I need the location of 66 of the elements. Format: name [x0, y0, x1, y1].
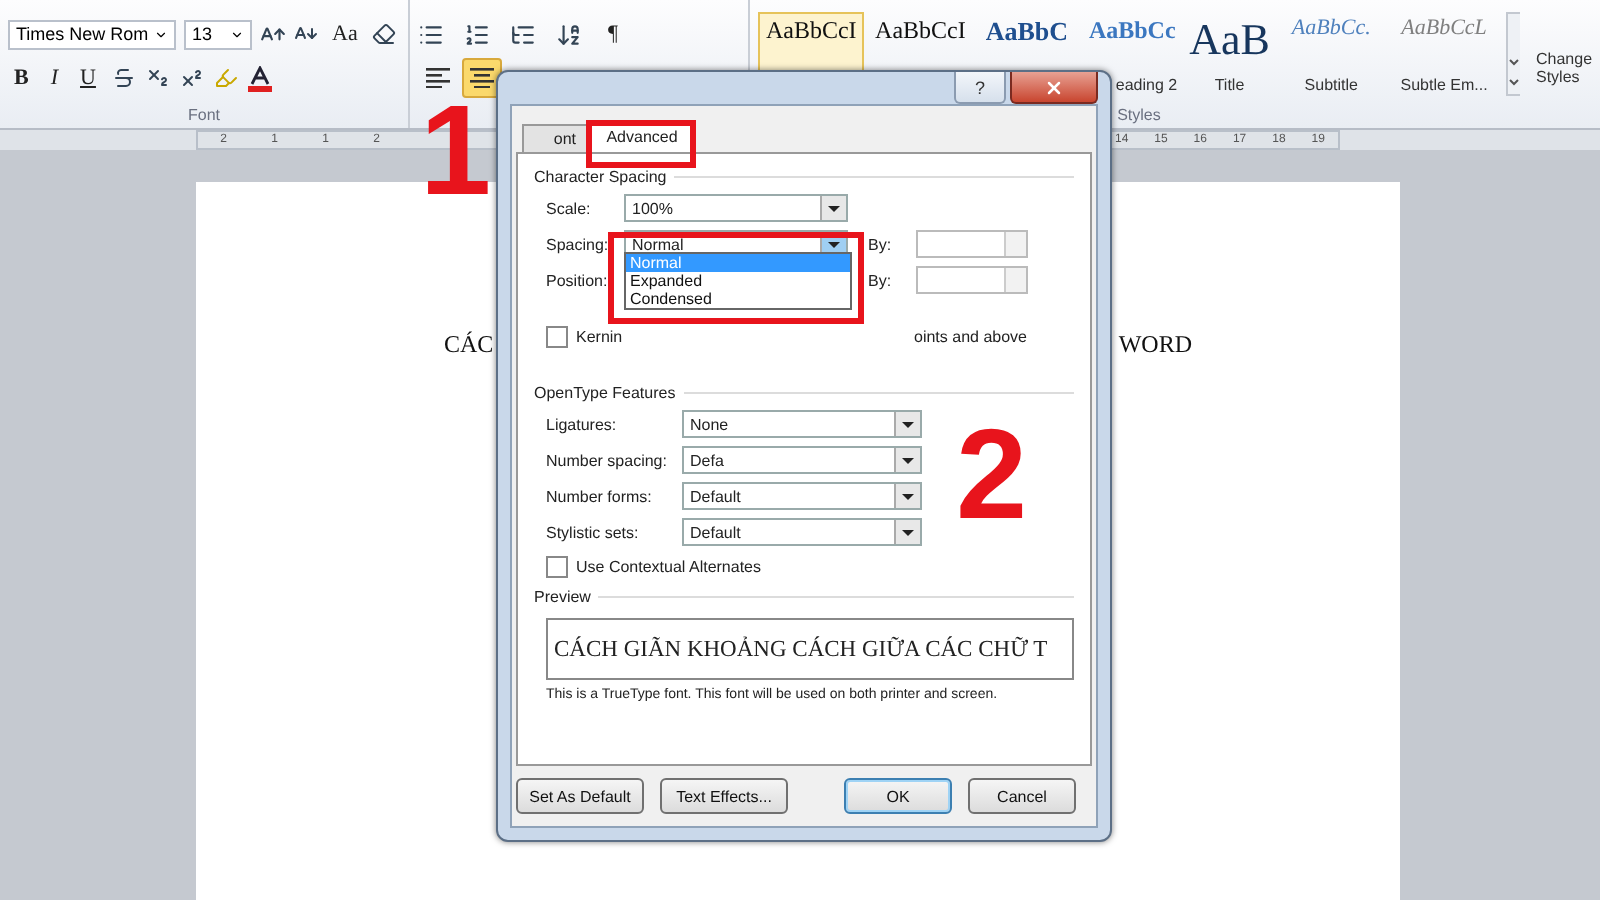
close-button[interactable] — [1010, 72, 1098, 104]
field-label: Number forms: — [546, 487, 652, 505]
field-label: Ligatures: — [546, 415, 617, 433]
numbering-icon[interactable] — [464, 21, 490, 47]
field-label: By: — [868, 235, 892, 253]
spin-field[interactable] — [916, 230, 1028, 258]
feature-select[interactable]: Default — [682, 482, 922, 510]
eraser-icon[interactable] — [371, 22, 396, 46]
dialog-button[interactable]: OK — [844, 778, 952, 814]
group-label: Styles — [1115, 103, 1163, 128]
pilcrow-button[interactable]: ¶ — [602, 22, 624, 46]
align-icon — [426, 68, 450, 88]
dialog-button[interactable]: Cancel — [968, 778, 1076, 814]
sort-icon[interactable] — [556, 21, 582, 47]
underline-button[interactable]: U — [74, 66, 102, 90]
change-styles-button[interactable]: Change Styles — [1530, 0, 1600, 128]
section-title: Preview — [534, 587, 591, 605]
strikethrough-icon[interactable] — [111, 66, 136, 90]
superscript-icon[interactable] — [179, 66, 204, 90]
field-label: Stylistic sets: — [546, 523, 639, 541]
font-color-icon[interactable] — [247, 65, 272, 91]
section-title: OpenType Features — [534, 383, 676, 401]
chevron-down-icon — [154, 27, 168, 41]
italic-button[interactable]: I — [44, 66, 65, 90]
style-gallery-item[interactable]: AaB Title — [1187, 12, 1272, 100]
gallery-scroll-icon[interactable] — [1505, 12, 1521, 96]
chevron-down-icon — [230, 27, 244, 41]
annotation-number: 1 — [420, 100, 492, 203]
kerning-checkbox[interactable] — [546, 325, 568, 347]
section-title: Character Spacing — [534, 167, 667, 185]
close-icon — [1044, 77, 1064, 97]
preview-box: CÁCH GIÃN KHOẢNG CÁCH GIỮA CÁC CHỮ T — [546, 618, 1074, 680]
dialog-button[interactable]: Text Effects... — [660, 778, 788, 814]
feature-select[interactable]: None — [682, 410, 922, 438]
checkbox-label: Use Contextual Alternates — [576, 557, 761, 575]
feature-select[interactable]: Defa — [682, 446, 922, 474]
bullets-icon[interactable] — [418, 21, 444, 47]
field-label: Position: — [546, 271, 608, 289]
field-label: oints and above — [914, 327, 1027, 345]
field-label: Kernin — [576, 327, 623, 345]
help-button[interactable]: ? — [954, 72, 1006, 104]
field-label: By: — [868, 271, 892, 289]
align-icon — [470, 68, 494, 88]
document-text: CÁC — [444, 330, 494, 360]
align-button[interactable] — [462, 58, 502, 98]
font-name-field[interactable]: Times New Rom — [8, 19, 176, 49]
dialog-button[interactable]: Set As Default — [516, 778, 644, 814]
field-label: Spacing: — [546, 235, 609, 253]
style-gallery-item[interactable]: AaBbCc. Subtitle — [1279, 12, 1383, 100]
field-label: Number spacing: — [546, 451, 667, 469]
bold-button[interactable]: B — [8, 66, 35, 90]
style-gallery-item[interactable]: AaBbCc eading 2 — [1085, 12, 1180, 100]
style-gallery-item[interactable]: AaBbCcL Subtle Em... — [1390, 12, 1498, 100]
highlight-frame — [586, 120, 696, 168]
group-label: Font — [185, 103, 222, 127]
feature-select[interactable]: Default — [682, 518, 922, 546]
spin-field[interactable] — [916, 266, 1028, 294]
contextual-checkbox[interactable] — [546, 555, 568, 577]
multilevel-list-icon[interactable] — [510, 21, 536, 47]
font-size-field[interactable]: 13 — [184, 19, 252, 49]
subscript-icon[interactable] — [145, 66, 170, 90]
field-label: Scale: — [546, 199, 591, 217]
annotation-number: 2 — [956, 424, 1028, 527]
document-text: WORD — [1118, 330, 1192, 360]
scale-select[interactable]: 100% — [624, 194, 848, 222]
change-case-button[interactable]: Aa — [326, 22, 364, 46]
